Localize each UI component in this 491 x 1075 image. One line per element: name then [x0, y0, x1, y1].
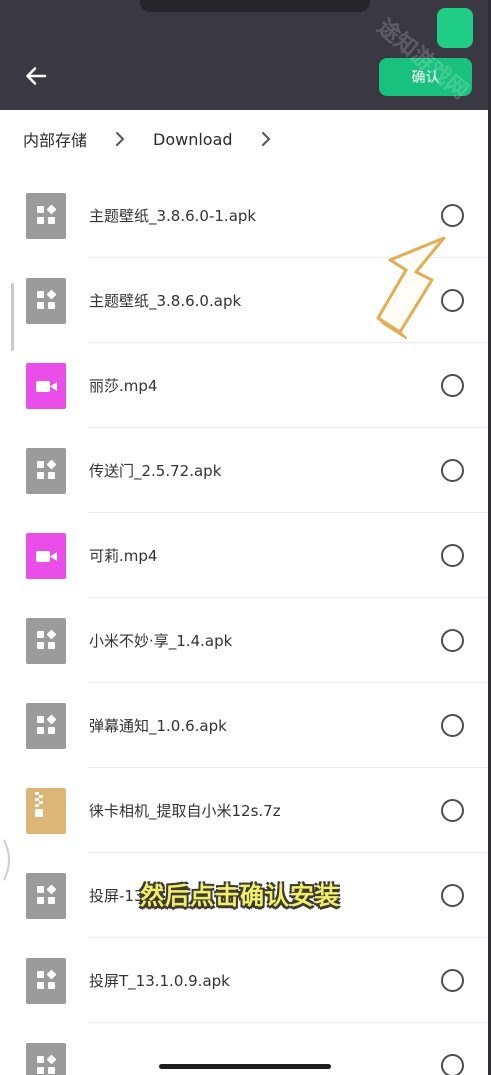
chevron-right-icon: [115, 131, 125, 147]
status-chip: [437, 8, 473, 48]
archive-file-icon: [26, 788, 66, 834]
file-list: 主题壁纸_3.8.6.0-1.apk 主题壁纸_3.8.6.0.apk 丽莎.mp4…: [0, 173, 488, 1075]
file-name: 主题壁纸_3.8.6.0.apk: [89, 292, 242, 310]
back-button[interactable]: [20, 60, 52, 92]
file-name: 弹幕通知_1.0.6.apk: [89, 717, 227, 735]
edge-gesture-hint: [3, 839, 10, 881]
select-radio[interactable]: [441, 1054, 464, 1075]
video-subtitle: 然后点击确认安装: [140, 882, 340, 910]
select-radio[interactable]: [441, 459, 464, 482]
scrollbar-thumb[interactable]: [11, 283, 14, 351]
apk-file-icon: [26, 703, 66, 749]
select-radio[interactable]: [441, 884, 464, 907]
file-name: 可莉.mp4: [89, 547, 158, 565]
title-bar: 确认 途知游戏网: [0, 0, 491, 110]
apk-file-icon: [26, 1043, 66, 1075]
file-name: 投屏-13: [89, 887, 144, 905]
apk-file-icon: [26, 448, 66, 494]
file-name: 小米不妙·享_1.4.apk: [89, 632, 233, 650]
file-name: 投屏T_13.1.0.9.apk: [89, 972, 230, 990]
apk-file-icon: [26, 958, 66, 1004]
file-name: 丽莎.mp4: [89, 377, 158, 395]
select-radio[interactable]: [441, 629, 464, 652]
video-file-icon: [26, 363, 66, 409]
select-radio[interactable]: [441, 714, 464, 737]
screen: 确认 途知游戏网 内部存储 Download 主题壁纸_3.8.6.0-1.ap…: [0, 0, 491, 1075]
breadcrumb-internal-storage[interactable]: 内部存储: [23, 127, 87, 151]
file-name: 徕卡相机_提取自小米12s.7z: [89, 802, 281, 820]
home-indicator[interactable]: [159, 1064, 331, 1069]
file-row[interactable]: 徕卡相机_提取自小米12s.7z: [0, 768, 488, 853]
camera-notch: [140, 0, 370, 12]
select-radio[interactable]: [441, 544, 464, 567]
apk-file-icon: [26, 618, 66, 664]
apk-file-icon: [26, 278, 66, 324]
select-radio[interactable]: [441, 799, 464, 822]
select-radio[interactable]: [441, 969, 464, 992]
apk-file-icon: [26, 193, 66, 239]
breadcrumb-download[interactable]: Download: [153, 130, 233, 149]
video-file-icon: [26, 533, 66, 579]
file-row[interactable]: 主题壁纸_3.8.6.0.apk: [0, 258, 488, 343]
file-row[interactable]: 可莉.mp4: [0, 513, 488, 598]
breadcrumb: 内部存储 Download: [0, 110, 488, 168]
back-arrow-icon: [26, 67, 47, 85]
file-row[interactable]: 弹幕通知_1.0.6.apk: [0, 683, 488, 768]
file-name: 传送门_2.5.72.apk: [89, 462, 222, 480]
chevron-right-icon: [261, 131, 271, 147]
file-row[interactable]: 投屏T_13.1.0.9.apk: [0, 938, 488, 1023]
file-row[interactable]: 主题壁纸_3.8.6.0-1.apk: [0, 173, 488, 258]
file-row[interactable]: 传送门_2.5.72.apk: [0, 428, 488, 513]
select-radio[interactable]: [441, 289, 464, 312]
select-radio[interactable]: [441, 204, 464, 227]
file-row[interactable]: 丽莎.mp4: [0, 343, 488, 428]
select-radio[interactable]: [441, 374, 464, 397]
apk-file-icon: [26, 873, 66, 919]
file-row[interactable]: 小米不妙·享_1.4.apk: [0, 598, 488, 683]
file-name: 主题壁纸_3.8.6.0-1.apk: [89, 207, 257, 225]
